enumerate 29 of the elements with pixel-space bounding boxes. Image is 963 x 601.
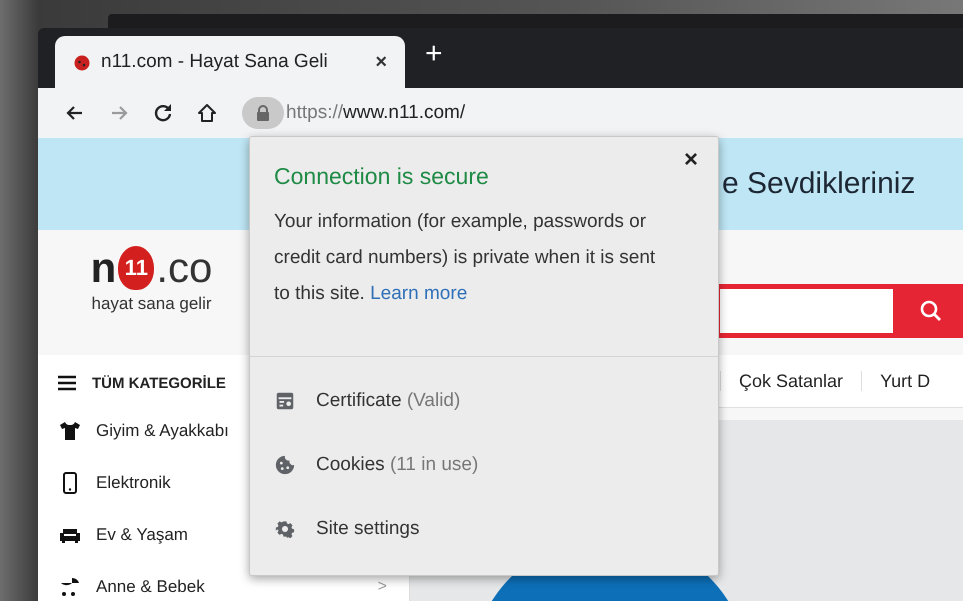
nav-link[interactable]: Çok Satanlar: [739, 370, 844, 392]
lock-button[interactable]: [242, 97, 284, 129]
popup-title: Connection is secure: [274, 163, 490, 190]
certificate-icon: [274, 390, 296, 412]
security-message: Your information (for example, passwords or credit card numbers) is private when it is sent to this site. Learn more: [274, 210, 656, 306]
home-icon: [195, 101, 219, 125]
shirt-icon: [58, 419, 82, 443]
cookie-icon: [274, 454, 296, 476]
cookies-item[interactable]: Cookies (11 in use): [250, 433, 718, 497]
lock-icon: [256, 105, 270, 121]
settings-item[interactable]: Site settings: [250, 497, 718, 561]
close-button[interactable]: ×: [678, 145, 704, 175]
banner-text: e Sevdikleriniz: [722, 167, 916, 201]
chevron-icon: >: [378, 578, 387, 596]
address-field[interactable]: https://www.n11.com/: [286, 102, 466, 124]
ladybug-icon: [73, 53, 91, 71]
learn-more-link[interactable]: Learn more: [370, 283, 468, 304]
close-tab-button[interactable]: ×: [373, 50, 389, 74]
browser-tab[interactable]: n11.com - Hayat Sana Geli ×: [55, 36, 405, 88]
nav-link[interactable]: Yurt D: [880, 370, 930, 392]
tab-title: n11.com - Hayat Sana Geli: [101, 51, 329, 73]
new-tab-button[interactable]: +: [419, 37, 449, 79]
category-item[interactable]: Anne & Bebek >: [58, 561, 409, 601]
all-categories-heading[interactable]: TÜM KATEGORİLE: [92, 374, 226, 392]
certificate-item[interactable]: Certificate (Valid): [250, 369, 718, 433]
logo-tagline: hayat sana gelir: [91, 294, 212, 314]
search-button[interactable]: [893, 284, 963, 338]
search-icon: [919, 299, 943, 323]
menu-icon[interactable]: [58, 375, 76, 391]
